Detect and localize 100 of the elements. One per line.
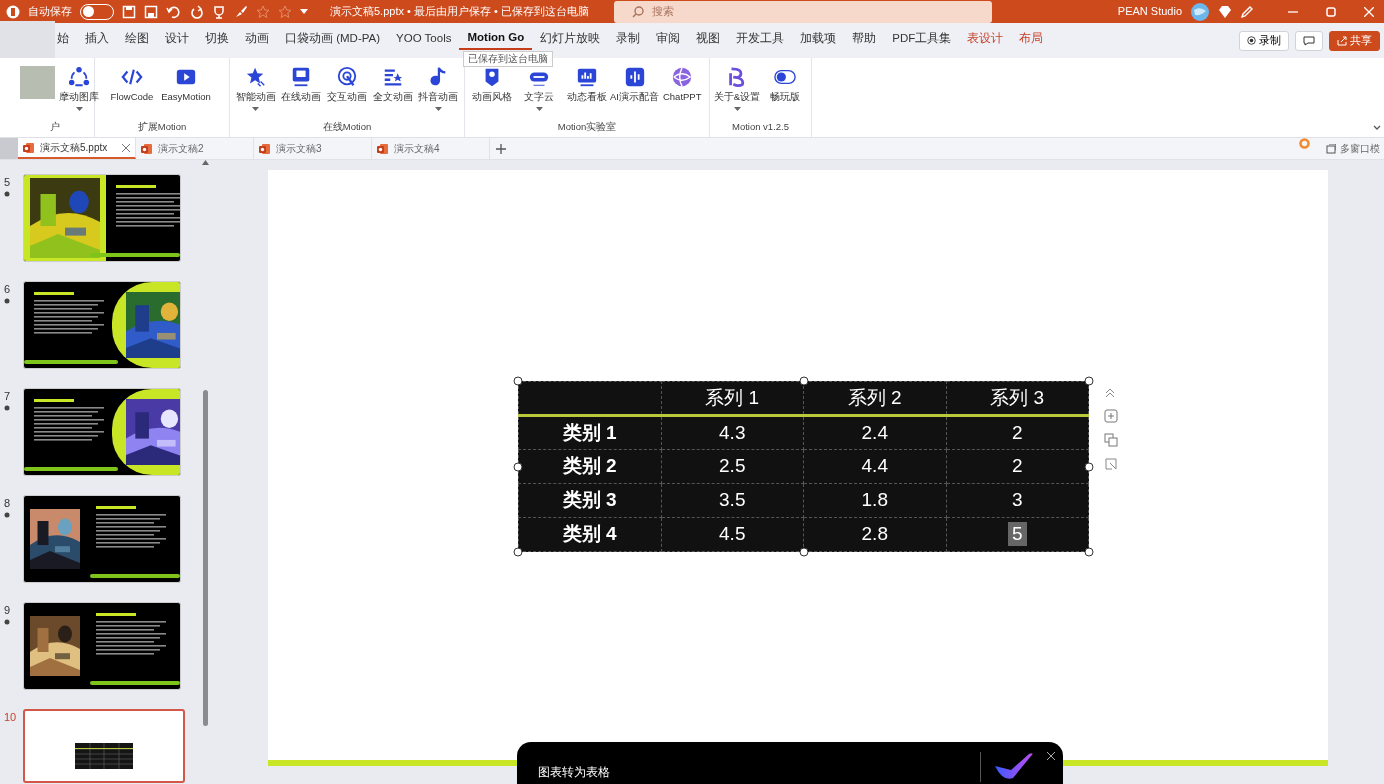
search-icon [632,5,644,18]
slide-thumbnail[interactable] [23,602,181,690]
table-cell: 3.5 [661,483,804,518]
ribbon-tab[interactable]: 布局 [1011,27,1052,50]
diamond-icon[interactable] [1218,4,1232,19]
document-tab-label: 演示文稿5.pptx [40,141,108,155]
ribbon-tab[interactable]: 幻灯片放映 [532,27,609,50]
ribbon-tab[interactable]: YOO Tools [388,27,460,50]
ribbon-tab[interactable]: 表设计 [959,27,1012,50]
scrollbar-thumb[interactable] [202,390,208,726]
animation-icon [4,190,10,197]
restore-icon[interactable] [1326,6,1336,17]
column-header: 系列 1 [661,381,804,416]
save-icon[interactable] [144,4,158,19]
table-cell: 2.4 [803,415,946,450]
document-tab[interactable]: 演示文稿2 [136,138,254,159]
document-title: 演示文稿5.pptx • 最后由用户保存 • 已保存到这台电脑 [330,4,590,20]
ribbon-tab[interactable]: 加载项 [792,27,845,50]
window-icon [1326,143,1336,154]
selection-handle[interactable] [799,376,808,386]
ribbon-button[interactable]: EasyMotion [157,66,215,120]
slide-number: 5 [4,175,11,190]
redo-icon[interactable] [190,4,204,19]
animation-icon [4,297,10,304]
ribbon-tab[interactable]: 视图 [688,27,729,50]
comment-button[interactable] [1295,30,1323,51]
ribbon-button[interactable]: 交互动画 [325,66,369,120]
ribbon-tab[interactable]: 开发工具 [728,27,793,50]
text-lines [34,407,104,443]
brush-icon[interactable] [234,4,248,19]
share-button[interactable]: 共享 [1329,30,1380,51]
ribbon-button[interactable]: 抖音动画 [416,66,460,120]
ribbon-tab[interactable]: 设计 [157,27,197,50]
ribbon-tab[interactable]: 动画 [237,27,277,50]
selection-handle[interactable] [513,547,523,557]
star-icon[interactable] [256,4,270,19]
window-mode-label[interactable]: 多窗口模 [1340,141,1380,156]
group-label: Motion v1.2.5 [730,119,790,134]
pen-icon[interactable] [1240,4,1254,19]
close-icon[interactable] [1047,752,1055,760]
file-icon [23,141,35,154]
ribbon-tab[interactable]: 插入 [77,27,117,50]
record-button[interactable]: 录制 [1239,30,1289,51]
ribbon-tab[interactable]: PDF工具集 [884,27,960,50]
slide-thumbnail[interactable] [23,709,185,783]
ribbon-button[interactable]: 文字云 [516,66,562,120]
ribbon-button[interactable]: 智能动画 [234,66,278,120]
avatar-icon[interactable] [1190,1,1210,22]
ribbon-button[interactable]: 动画风格 [469,66,515,120]
selection-handle[interactable] [1084,462,1094,471]
slide-thumbnail[interactable] [23,174,181,262]
slide-thumbnail[interactable] [23,495,181,583]
ribbon-button[interactable]: 畅玩版 [762,66,807,120]
collapse-icon[interactable] [1373,125,1381,131]
save-icon[interactable] [122,4,136,19]
ribbon-button[interactable]: 摩动图库 [59,66,99,120]
tooltip: 已保存到这台电脑 [463,51,553,67]
ribbon-button[interactable]: 动态看板 [564,66,610,120]
slide-thumbnail[interactable] [23,281,181,369]
ribbon-button[interactable]: 在线动画 [279,66,324,120]
star-icon[interactable] [278,4,292,19]
ribbon-button[interactable]: 全文动画 [370,66,415,120]
ribbon-tab[interactable]: 切换 [197,27,237,50]
close-icon[interactable] [122,143,130,152]
add-element-icon[interactable] [1104,409,1118,423]
selection-handle[interactable] [1084,376,1094,386]
ribbon-tab[interactable]: 口袋动画 (MD-PA) [277,27,389,50]
trophy-icon[interactable] [212,4,226,19]
crop-icon[interactable] [1104,457,1118,471]
ribbon-tab[interactable]: 绘图 [117,27,157,50]
file-icon [259,142,271,155]
document-tab[interactable]: 演示文稿5.pptx [18,138,136,159]
selection-handle[interactable] [513,462,523,471]
text-lines [116,193,180,229]
group-label: 户 [49,119,61,134]
ribbon-tab[interactable]: 录制 [608,27,649,50]
text-lines [34,300,104,336]
undo-icon[interactable] [166,4,182,19]
user-name: PEAN Studio [1117,4,1182,20]
chevrons-up-icon[interactable] [1104,387,1116,399]
dropdown-icon[interactable] [300,8,308,15]
selection-handle[interactable] [799,547,808,557]
column-header: 系列 3 [946,381,1089,416]
slide-number: 9 [4,603,11,618]
selection-handle[interactable] [1084,547,1094,557]
copy-icon[interactable] [1104,433,1118,447]
record-icon [1247,36,1256,45]
text-lines [96,514,166,550]
ribbon-tab[interactable]: 审阅 [648,27,689,50]
ribbon-button[interactable]: 关于&设置 [714,66,760,120]
ribbon-button[interactable]: AI演示配音 [611,66,658,120]
ribbon-tab[interactable]: 始 [55,27,77,50]
slide-thumbnail[interactable] [23,388,181,476]
file-icon [141,142,153,155]
ribbon-tab[interactable]: 帮助 [844,27,885,50]
ribbon-button[interactable]: FlowCode [109,66,155,120]
document-tab[interactable]: 演示文稿4 [372,138,490,159]
selection-handle[interactable] [513,376,523,386]
ribbon-button[interactable]: ChatPPT [659,66,705,120]
document-tab[interactable]: 演示文稿3 [254,138,372,159]
